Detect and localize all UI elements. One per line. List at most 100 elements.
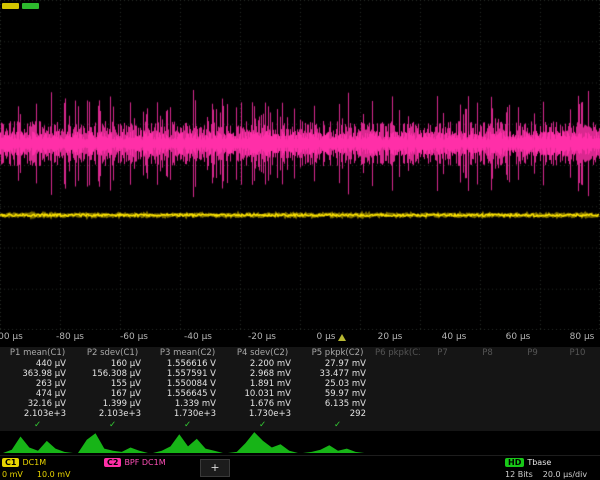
measure-value-cell (375, 379, 420, 389)
measure-value-cell: 27.97 mV (300, 359, 375, 369)
axis-tick-label: 60 µs (506, 332, 531, 342)
waveform-display[interactable] (0, 0, 600, 330)
measure-value-cell: 6.135 mV (300, 399, 375, 409)
measure-header-cell[interactable]: P8 (465, 347, 510, 359)
measure-value-cell: 1.730e+3 (225, 409, 300, 419)
measure-value-cell: 1.891 mV (225, 379, 300, 389)
measure-value-cell (510, 399, 555, 409)
axis-tick-label: -20 µs (248, 332, 276, 342)
histicon-thumbnail[interactable] (228, 429, 298, 453)
measure-header-cell[interactable]: P1 mean(C1) (0, 347, 75, 359)
axis-tick-label: -100 µs (0, 332, 23, 342)
measure-value-cell (555, 359, 600, 369)
histicon-thumbnail[interactable] (78, 429, 148, 453)
measure-value-cell (510, 409, 555, 419)
measure-value-cell: 2.103e+3 (0, 409, 75, 419)
measure-value-cell: 263 µV (0, 379, 75, 389)
measure-value-cell: 25.03 mV (300, 379, 375, 389)
add-trace-button[interactable]: + (200, 459, 230, 477)
measure-value-cell: 1.550084 V (150, 379, 225, 389)
measure-value-cell: 1.730e+3 (150, 409, 225, 419)
measure-value-cell (420, 389, 465, 399)
measure-value-cell (465, 369, 510, 379)
measure-value-cell: 1.556645 V (150, 389, 225, 399)
measure-value-cell (465, 389, 510, 399)
channel-descriptor-c2[interactable]: C2 BPF DC1M (104, 457, 194, 467)
histicon-thumbnail[interactable] (303, 429, 373, 453)
measure-value-cell (420, 359, 465, 369)
measure-value-cell (465, 409, 510, 419)
measure-value-cell (420, 369, 465, 379)
measure-value-cell: 440 µV (0, 359, 75, 369)
measure-value-cell (555, 369, 600, 379)
measure-value-cell (465, 379, 510, 389)
measure-value-cell: 292 (300, 409, 375, 419)
c1-chip: C1 (2, 458, 19, 467)
channel-descriptor-c1[interactable]: C1 DC1M 0 mV 10.0 mV (2, 457, 102, 479)
annotation-chip-yellow (2, 3, 19, 9)
histicon-row (0, 429, 600, 454)
measure-value-cell: 33.477 mV (300, 369, 375, 379)
measure-value-cell (555, 379, 600, 389)
measure-value-cell: 474 µV (0, 389, 75, 399)
timebase-bits: 12 Bits (505, 470, 533, 479)
timebase-label: Tbase (527, 458, 551, 467)
measure-value-cell: 59.97 mV (300, 389, 375, 399)
measure-value-cell (420, 379, 465, 389)
histicon-thumbnail[interactable] (153, 429, 223, 453)
histicon-thumbnail[interactable] (3, 429, 73, 453)
measure-value-cell: 2.103e+3 (75, 409, 150, 419)
measure-value-cell: 1.399 µV (75, 399, 150, 409)
measure-value-cell: 363.98 µV (0, 369, 75, 379)
measure-header-cell[interactable]: P7 (420, 347, 465, 359)
trigger-marker[interactable] (338, 334, 346, 341)
measure-value-cell: 32.16 µV (0, 399, 75, 409)
measure-value-cell (465, 359, 510, 369)
c1-coupling: DC1M (22, 458, 46, 467)
measure-value-cell: 1.557591 V (150, 369, 225, 379)
measure-value-cell (510, 389, 555, 399)
axis-tick-label: -60 µs (120, 332, 148, 342)
measure-value-cell (420, 399, 465, 409)
measure-header-cell[interactable]: P10 (555, 347, 600, 359)
measure-header-cell[interactable]: P5 pkpk(C2) (300, 347, 375, 359)
measure-value-cell (555, 409, 600, 419)
measure-value-cell (555, 389, 600, 399)
measure-value-cell (375, 359, 420, 369)
measure-header-cell[interactable]: P2 sdev(C1) (75, 347, 150, 359)
measure-value-cell: 167 µV (75, 389, 150, 399)
measure-header-cell[interactable]: P6 pkpk(C3) (375, 347, 420, 359)
measure-header-cell[interactable]: P3 mean(C2) (150, 347, 225, 359)
c1-scale: 10.0 mV (37, 470, 71, 479)
measure-value-cell (375, 389, 420, 399)
timebase-scale: 20.0 µs/div (543, 470, 587, 479)
timebase-descriptor[interactable]: HD Tbase 12 Bits 20.0 µs/div (505, 457, 600, 479)
axis-tick-label: 20 µs (378, 332, 403, 342)
measure-value-cell: 156.308 µV (75, 369, 150, 379)
axis-tick-label: 40 µs (442, 332, 467, 342)
axis-tick-label: -80 µs (56, 332, 84, 342)
measure-value-cell: 1.676 mV (225, 399, 300, 409)
axis-tick-label: 80 µs (570, 332, 595, 342)
measure-value-cell (510, 369, 555, 379)
footer: C1 DC1M 0 mV 10.0 mV C2 BPF DC1M + HD Tb… (0, 455, 600, 480)
time-axis: -100 µs -80 µs -60 µs -40 µs -20 µs 0 µs 20 µs… (0, 331, 600, 345)
measure-value-cell: 155 µV (75, 379, 150, 389)
measure-value-cell: 2.200 mV (225, 359, 300, 369)
hd-mode-chip: HD (505, 458, 524, 467)
measure-value-cell (420, 409, 465, 419)
measure-value-cell: 2.968 mV (225, 369, 300, 379)
axis-tick-label: 0 µs (316, 332, 335, 342)
annotation-chip-green (22, 3, 39, 9)
measure-header-cell[interactable]: P9 (510, 347, 555, 359)
measure-value-cell (375, 369, 420, 379)
measure-value-cell: 1.556616 V (150, 359, 225, 369)
axis-tick-label: -40 µs (184, 332, 212, 342)
measure-value-cell (510, 379, 555, 389)
measure-value-cell (465, 399, 510, 409)
measure-value-cell: 10.031 mV (225, 389, 300, 399)
measure-value-cell: 1.339 mV (150, 399, 225, 409)
measure-header-cell[interactable]: P4 sdev(C2) (225, 347, 300, 359)
c1-offset: 0 mV (2, 470, 23, 479)
c2-coupling: BPF DC1M (124, 458, 165, 467)
